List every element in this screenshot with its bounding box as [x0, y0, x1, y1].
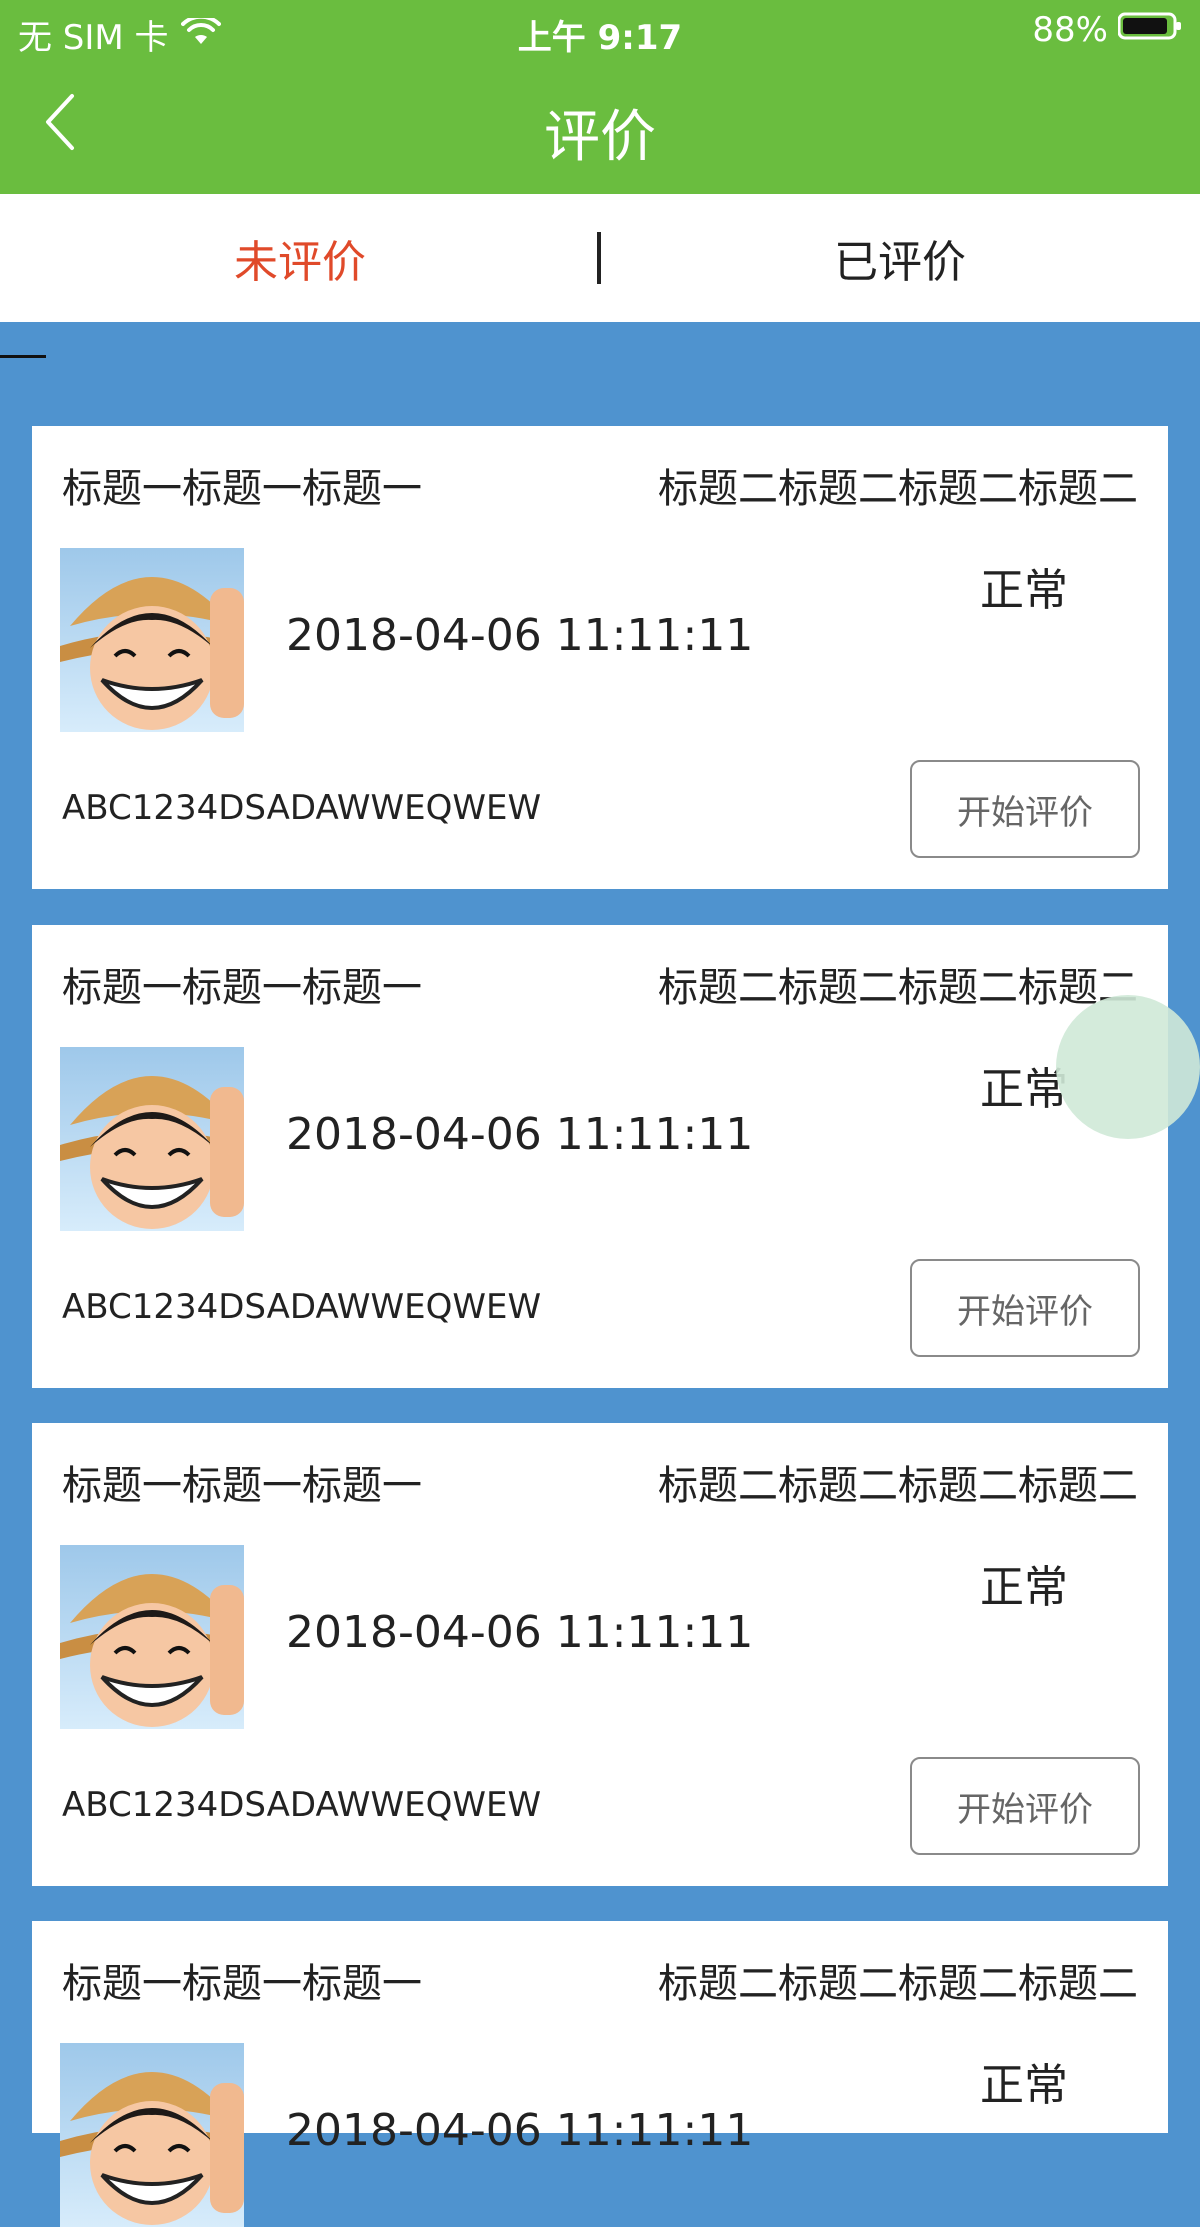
- tab-reviewed[interactable]: 已评价: [600, 194, 1200, 322]
- status-badge: 正常: [980, 565, 1068, 616]
- start-review-button[interactable]: 开始评价: [910, 1259, 1140, 1357]
- top-bar: 无 SIM 卡 上午 9:17 88% 评价: [0, 0, 1200, 194]
- navigation-bar: 评价: [0, 60, 1200, 194]
- list-item[interactable]: 标题一标题一标题一 标题二标题二标题二标题二 2018-04-06 11:11:…: [32, 925, 1168, 1388]
- item-date: 2018-04-06 11:11:11: [286, 610, 754, 661]
- item-date: 2018-04-06 11:11:11: [286, 1607, 754, 1658]
- touch-indicator: [1056, 995, 1200, 1139]
- start-review-button[interactable]: 开始评价: [910, 1757, 1140, 1855]
- item-date: 2018-04-06 11:11:11: [286, 2105, 754, 2156]
- page-title: 评价: [544, 105, 656, 170]
- item-code: ABC1234DSADAWWEQWEW: [62, 1287, 542, 1327]
- status-badge: 正常: [980, 2060, 1068, 2111]
- status-bar: 无 SIM 卡 上午 9:17 88%: [0, 0, 1200, 60]
- status-badge: 正常: [980, 1064, 1068, 1115]
- time-text: 上午 9:17: [517, 18, 683, 58]
- battery-percentage: 88%: [1032, 10, 1108, 50]
- item-title-right: 标题二标题二标题二标题二: [658, 466, 1138, 512]
- item-title-left: 标题一标题一标题一: [62, 1463, 422, 1509]
- avatar-image: [60, 1047, 244, 1231]
- tab-bar: 未评价 已评价: [0, 194, 1200, 322]
- item-date: 2018-04-06 11:11:11: [286, 1109, 754, 1160]
- item-title-right: 标题二标题二标题二标题二: [658, 1463, 1138, 1509]
- item-code: ABC1234DSADAWWEQWEW: [62, 1785, 542, 1825]
- list-item[interactable]: 标题一标题一标题一 标题二标题二标题二标题二 2018-04-06 11:11:…: [32, 1921, 1168, 2227]
- item-title-left: 标题一标题一标题一: [62, 1961, 422, 2007]
- item-title-right: 标题二标题二标题二标题二: [658, 965, 1138, 1011]
- list-item[interactable]: 标题一标题一标题一 标题二标题二标题二标题二 2018-04-06 11:11:…: [32, 1423, 1168, 1886]
- item-title-left: 标题一标题一标题一: [62, 965, 422, 1011]
- tab-indicator: [0, 355, 46, 358]
- item-title-left: 标题一标题一标题一: [62, 466, 422, 512]
- avatar-image: [60, 548, 244, 732]
- item-code: ABC1234DSADAWWEQWEW: [62, 788, 542, 828]
- status-right: 88%: [1032, 10, 1182, 50]
- battery-icon: [1117, 10, 1182, 50]
- start-review-button[interactable]: 开始评价: [910, 760, 1140, 858]
- list-item[interactable]: 标题一标题一标题一 标题二标题二标题二标题二 2018-04-06 11:11:…: [32, 426, 1168, 889]
- status-badge: 正常: [980, 1562, 1068, 1613]
- item-title-right: 标题二标题二标题二标题二: [658, 1961, 1138, 2007]
- avatar-image: [60, 1545, 244, 1729]
- tab-unreviewed[interactable]: 未评价: [0, 194, 600, 322]
- avatar-image: [60, 2043, 244, 2227]
